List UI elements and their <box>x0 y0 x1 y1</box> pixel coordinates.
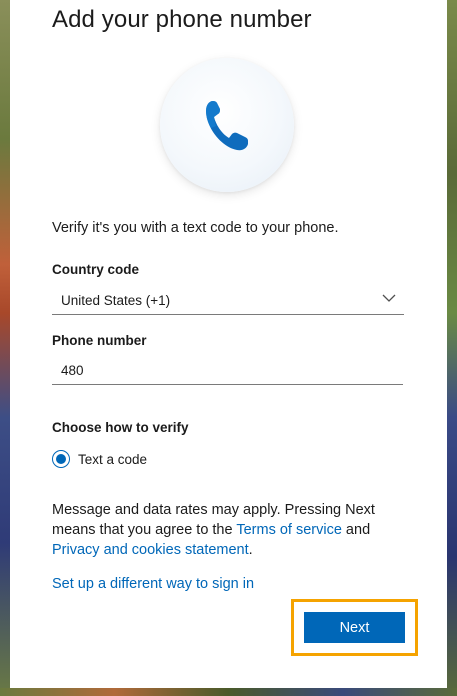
phone-number-label: Phone number <box>52 333 147 348</box>
next-button[interactable]: Next <box>304 612 405 643</box>
background-left <box>0 0 10 696</box>
radio-selected-dot <box>56 454 66 464</box>
phone-illustration <box>160 58 294 192</box>
chevron-down-icon <box>382 294 396 302</box>
verify-option-text[interactable]: Text a code <box>52 450 147 468</box>
intro-text: Verify it's you with a text code to your… <box>52 220 339 236</box>
different-sign-in-link[interactable]: Set up a different way to sign in <box>52 576 254 592</box>
verify-method-label: Choose how to verify <box>52 420 189 435</box>
text-code-radio[interactable] <box>52 450 70 468</box>
text-code-label: Text a code <box>78 451 148 467</box>
add-phone-dialog: Add your phone number Verify it's you wi… <box>10 0 447 688</box>
privacy-statement-link[interactable]: Privacy and cookies statement <box>52 542 249 558</box>
disclaimer-part-3: . <box>248 542 253 558</box>
country-code-value: United States (+1) <box>61 292 171 308</box>
background-right <box>447 0 457 696</box>
background-bottom <box>0 688 457 696</box>
next-button-highlight: Next <box>291 599 418 656</box>
country-code-select[interactable]: United States (+1) <box>52 286 404 315</box>
disclaimer-part-2: and <box>341 522 371 538</box>
terms-of-service-link[interactable]: Terms of service <box>236 522 342 538</box>
phone-number-input[interactable]: 480 <box>52 356 403 385</box>
page-title: Add your phone number <box>52 6 312 33</box>
phone-icon <box>206 101 248 151</box>
phone-number-value: 480 <box>61 362 84 378</box>
country-code-label: Country code <box>52 262 140 277</box>
disclaimer-text: Message and data rates may apply. Pressi… <box>52 500 402 560</box>
